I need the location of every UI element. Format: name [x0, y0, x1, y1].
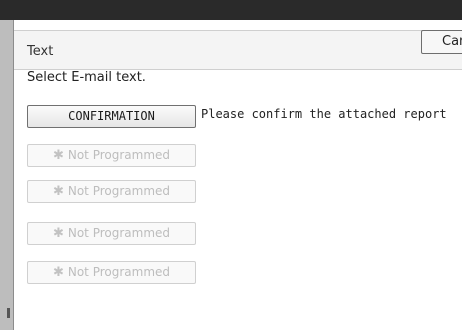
text-button-not-programmed-3: ✱ Not Programmed	[27, 180, 196, 203]
text-button-not-programmed-5: ✱ Not Programmed	[27, 261, 196, 284]
email-text-panel: Text Cancel Select E-mail text. CONFIRMA…	[14, 20, 462, 330]
text-button-not-programmed-2: ✱ Not Programmed	[27, 144, 196, 167]
text-button-label: Not Programmed	[67, 265, 171, 279]
text-button-label: Not Programmed	[67, 226, 171, 240]
instruction-label: Select E-mail text.	[27, 70, 146, 85]
left-frame-bar	[0, 20, 14, 330]
frame-tick	[7, 308, 10, 318]
text-button-label: Not Programmed	[67, 184, 171, 198]
text-button-label: Not Programmed	[67, 148, 171, 162]
cancel-button[interactable]: Cancel	[421, 30, 462, 54]
text-button-not-programmed-4: ✱ Not Programmed	[27, 222, 196, 245]
text-button-confirmation[interactable]: CONFIRMATION	[27, 105, 196, 128]
asterisk-icon: ✱	[52, 148, 64, 163]
selected-text-preview: Please confirm the attached report	[201, 107, 447, 121]
title-bar: Text	[14, 30, 462, 70]
top-frame-bar	[0, 0, 462, 20]
asterisk-icon: ✱	[52, 265, 64, 280]
asterisk-icon: ✱	[52, 226, 64, 241]
page-title: Text	[27, 44, 54, 59]
text-button-label: CONFIRMATION	[68, 109, 155, 123]
asterisk-icon: ✱	[52, 184, 64, 199]
